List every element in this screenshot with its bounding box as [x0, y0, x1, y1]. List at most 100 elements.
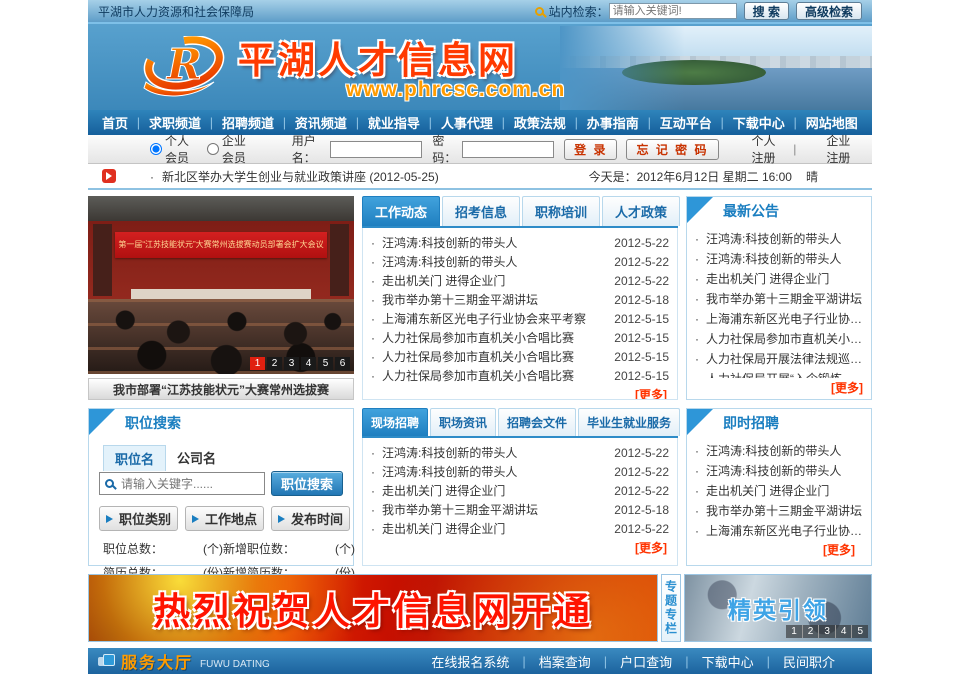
panel-corner-decoration	[687, 409, 713, 435]
tab-exam-info[interactable]: 招考信息	[442, 196, 520, 226]
news-row: 汪鸿涛:科技创新的带头人2012-5-22	[371, 443, 669, 462]
nav-item-sitemap[interactable]: 网站地图	[806, 113, 858, 132]
instant-more-link[interactable]: [更多]	[695, 540, 863, 561]
elite-page-3[interactable]: 3	[818, 625, 835, 638]
notice-panel-title: 最新公告	[723, 201, 779, 221]
site-logo-icon[interactable]: R	[140, 36, 228, 105]
password-label: 密码：	[432, 132, 459, 166]
tab-position-name[interactable]: 职位名	[103, 445, 166, 471]
work-news-list: 汪鸿涛:科技创新的带头人2012-5-22 汪鸿涛:科技创新的带头人2012-5…	[362, 228, 678, 400]
instant-row: 上海浦东新区光电子行业协会来平考	[695, 520, 863, 540]
special-column-tab[interactable]: 专题专栏	[661, 574, 681, 642]
site-search-input[interactable]	[609, 3, 737, 19]
filter-location-button[interactable]: 工作地点	[185, 506, 264, 531]
slide-page-2[interactable]: 2	[267, 357, 282, 370]
tab-onsite-recruit[interactable]: 现场招聘	[362, 408, 428, 436]
news-row: 走出机关门 进得企业门2012-5-22	[371, 519, 669, 538]
link-online-signup[interactable]: 在线报名系统	[418, 652, 522, 671]
link-archive-query[interactable]: 档案查询	[526, 652, 604, 671]
notice-row: 汪鸿涛:科技创新的带头人	[695, 248, 863, 268]
elite-page-2[interactable]: 2	[802, 625, 819, 638]
notice-row: 人力社保局开展“入企锻炼提素质”	[695, 368, 863, 378]
elite-page-5[interactable]: 5	[851, 625, 868, 638]
news-row: 汪鸿涛:科技创新的带头人2012-5-22	[371, 233, 669, 252]
filter-date-button[interactable]: 发布时间	[271, 506, 350, 531]
slide-page-5[interactable]: 5	[318, 357, 333, 370]
elite-page-1[interactable]: 1	[786, 625, 802, 638]
tab-company-name[interactable]: 公司名	[166, 445, 227, 471]
slideshow-photo[interactable]: 第一届“江苏技能状元”大赛常州选拔赛动员部署会扩大会议 1 2 3 4 5 6	[88, 196, 354, 374]
today-date: 今天是：2012年6月12日 星期二 16:00	[589, 168, 792, 185]
elite-banner-text: 精英引领	[728, 591, 828, 625]
tab-title-training[interactable]: 职称培训	[522, 196, 600, 226]
slide-page-6[interactable]: 6	[335, 357, 350, 370]
elite-page-4[interactable]: 4	[835, 625, 852, 638]
slideshow-pagination: 1 2 3 4 5 6	[250, 357, 350, 370]
member-type-personal[interactable]: 个人会员	[150, 132, 197, 166]
main-content: 第一届“江苏技能状元”大赛常州选拔赛动员部署会扩大会议 1 2 3 4 5 6 …	[88, 190, 872, 674]
forgot-password-button[interactable]: 忘 记 密 码	[626, 139, 718, 160]
service-hall-subtitle: FUWU DATING	[200, 659, 270, 670]
link-download-center[interactable]: 下载中心	[689, 652, 767, 671]
company-member-radio[interactable]	[207, 143, 219, 155]
work-news-more-link[interactable]: [更多]	[371, 385, 669, 400]
nav-item-jobseeker[interactable]: 求职频道	[149, 113, 201, 132]
nav-item-guidance[interactable]: 就业指导	[368, 113, 420, 132]
tab-career-info[interactable]: 职场资讯	[430, 408, 496, 436]
nav-item-home[interactable]: 首页	[102, 113, 128, 132]
nav-item-interaction[interactable]: 互动平台	[660, 113, 712, 132]
link-private-agency[interactable]: 民间职介	[770, 652, 848, 671]
news-row: 汪鸿涛:科技创新的带头人2012-5-22	[371, 252, 669, 271]
news-row: 人力社保局参加市直机关小合唱比赛2012-5-15	[371, 328, 669, 347]
search-button[interactable]: 搜 索	[744, 2, 789, 20]
slideshow-caption[interactable]: 我市部署“江苏技能状元”大赛常州选拔赛	[88, 378, 354, 400]
instant-recruit-panel: 即时招聘 汪鸿涛:科技创新的带头人 汪鸿涛:科技创新的带头人 走出机关门 进得企…	[686, 408, 872, 566]
celebration-banner-text: 热烈祝贺人才信息网开通	[153, 581, 593, 635]
elite-banner[interactable]: 精英引领 1 2 3 4 5	[684, 574, 872, 642]
register-personal-link[interactable]: 个人注册	[752, 132, 788, 166]
nav-item-download[interactable]: 下载中心	[733, 113, 785, 132]
tab-talent-policy[interactable]: 人才政策	[602, 196, 680, 226]
instant-row: 汪鸿涛:科技创新的带头人	[695, 440, 863, 460]
slide-page-1[interactable]: 1	[250, 357, 265, 370]
personal-member-radio[interactable]	[150, 143, 162, 155]
search-icon	[105, 479, 114, 488]
tab-jobfair-files[interactable]: 招聘会文件	[498, 408, 576, 436]
link-hukou-query[interactable]: 户口查询	[607, 652, 685, 671]
member-type-company[interactable]: 企业会员	[207, 132, 254, 166]
login-button[interactable]: 登 录	[564, 139, 617, 160]
job-search-button[interactable]: 职位搜索	[271, 471, 343, 496]
photo-slideshow-panel: 第一届“江苏技能状元”大赛常州选拔赛动员部署会扩大会议 1 2 3 4 5 6 …	[88, 196, 354, 400]
site-title: 平湖人才信息网	[238, 30, 518, 84]
notice-more-link[interactable]: [更多]	[687, 378, 871, 399]
recruit-news-list: 汪鸿涛:科技创新的带头人2012-5-22 汪鸿涛:科技创新的带头人2012-5…	[362, 438, 678, 566]
nav-item-news[interactable]: 资讯频道	[295, 113, 347, 132]
panel-corner-decoration	[89, 409, 115, 435]
instant-recruit-list: 汪鸿涛:科技创新的带头人 汪鸿涛:科技创新的带头人 走出机关门 进得企业门 我市…	[687, 437, 871, 565]
advanced-search-button[interactable]: 高级检索	[796, 2, 862, 20]
arrow-right-icon	[278, 515, 285, 523]
nav-item-service-guide[interactable]: 办事指南	[587, 113, 639, 132]
news-row: 走出机关门 进得企业门2012-5-22	[371, 481, 669, 500]
nav-item-policy[interactable]: 政策法规	[514, 113, 566, 132]
ticker-headline[interactable]: 新北区举办大学生创业与就业政策讲座 (2012-05-25)	[150, 168, 439, 185]
arrow-right-icon	[106, 515, 113, 523]
recruit-news-more-link[interactable]: [更多]	[371, 538, 669, 559]
tab-graduate-service[interactable]: 毕业生就业服务	[578, 408, 680, 436]
password-field[interactable]	[462, 141, 554, 158]
filter-category-button[interactable]: 职位类别	[99, 506, 178, 531]
username-field[interactable]	[330, 141, 422, 158]
register-company-link[interactable]: 企业注册	[826, 132, 862, 166]
slide-page-4[interactable]: 4	[301, 357, 316, 370]
search-icon	[535, 7, 544, 16]
org-name: 平湖市人力资源和社会保障局	[98, 3, 254, 20]
recruit-news-panel: 现场招聘 职场资讯 招聘会文件 毕业生就业服务 汪鸿涛:科技创新的带头人2012…	[362, 408, 678, 566]
nav-item-recruit[interactable]: 招聘频道	[222, 113, 274, 132]
keyword-input[interactable]	[119, 476, 259, 492]
tab-work-news[interactable]: 工作动态	[362, 196, 440, 226]
celebration-banner[interactable]: 热烈祝贺人才信息网开通	[88, 574, 658, 642]
work-news-panel: 工作动态 招考信息 职称培训 人才政策 汪鸿涛:科技创新的带头人2012-5-2…	[362, 196, 678, 400]
slide-page-3[interactable]: 3	[284, 357, 299, 370]
ticker-arrow-icon	[102, 169, 116, 183]
nav-item-hr-agency[interactable]: 人事代理	[441, 113, 493, 132]
